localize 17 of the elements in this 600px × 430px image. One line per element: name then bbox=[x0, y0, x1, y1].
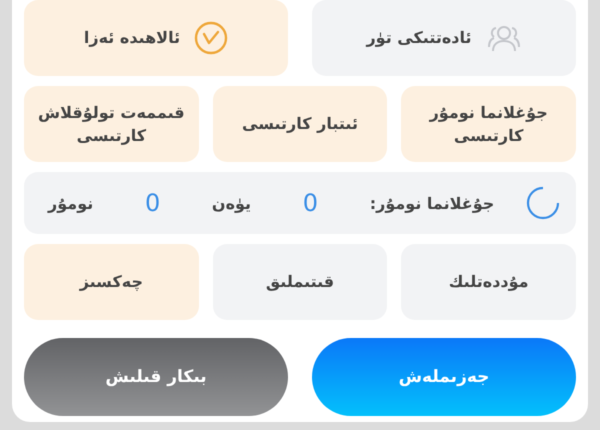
amount-unit: يۈەن bbox=[212, 194, 252, 212]
duration-option[interactable]: مۇددەتلىك bbox=[401, 244, 576, 320]
spinner-icon bbox=[526, 186, 560, 220]
card-type-option[interactable]: ئىتبار كارتىسى bbox=[212, 86, 388, 162]
card-type-option[interactable]: قىممەت تولۇقلاش كارتىسى bbox=[24, 86, 199, 162]
points-unit: نومۇر bbox=[48, 194, 94, 212]
cancel-button[interactable]: بىكار قىلىش bbox=[24, 338, 288, 416]
member-type-option[interactable]: ئادەتتىكى تۈر bbox=[312, 0, 576, 76]
points-value: 0 bbox=[144, 189, 162, 217]
card-type-option[interactable]: جۇغلانما نومۇر كارتىسى bbox=[401, 86, 576, 162]
duration-option[interactable]: قىتىملىق bbox=[212, 244, 388, 320]
check-circle-icon bbox=[194, 21, 228, 55]
amount-value: 0 bbox=[302, 189, 320, 217]
points-label: جۇغلانما نومۇر: bbox=[370, 194, 494, 212]
duration-option[interactable]: چەكسىز bbox=[24, 244, 199, 320]
member-type-option[interactable]: ئالاھىدە ئەزا bbox=[24, 0, 288, 76]
people-icon bbox=[486, 23, 522, 53]
